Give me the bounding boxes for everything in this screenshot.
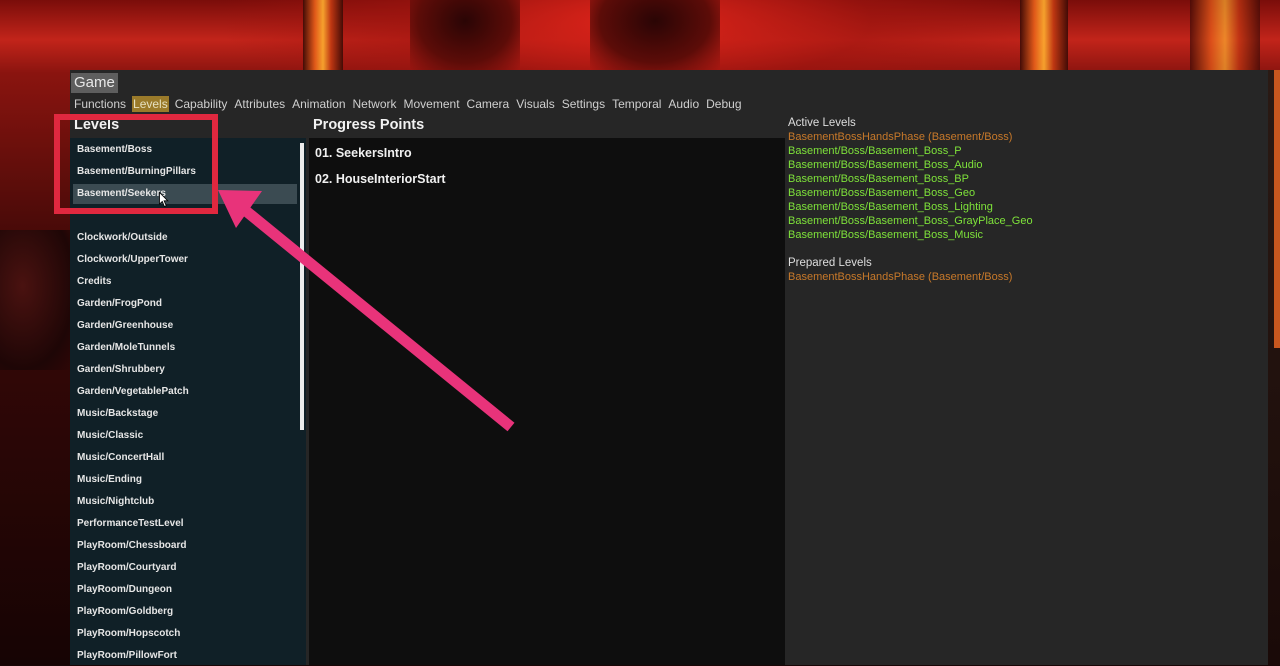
tab-functions[interactable]: Functions — [73, 96, 127, 112]
level-item[interactable]: PlayRoom/Chessboard — [73, 536, 297, 556]
lava-pillar — [1190, 0, 1260, 75]
level-item[interactable]: PlayRoom/Goldberg — [73, 602, 297, 622]
tab-debug[interactable]: Debug — [705, 96, 742, 112]
progress-points-panel — [309, 138, 785, 665]
lava-pillar — [1020, 0, 1068, 75]
level-item[interactable]: Music/Ending — [73, 470, 297, 490]
level-item[interactable]: Garden/Shrubbery — [73, 360, 297, 380]
level-item[interactable]: Clockwork/UpperTower — [73, 250, 297, 270]
progress-point-item[interactable]: 02. HouseInteriorStart — [315, 171, 446, 187]
level-item[interactable]: Garden/Greenhouse — [73, 316, 297, 336]
prepared-level-item: BasementBossHandsPhase (Basement/Boss) — [788, 271, 1013, 283]
level-item[interactable]: Credits — [73, 272, 297, 292]
active-levels-phase: BasementBossHandsPhase (Basement/Boss) — [788, 131, 1013, 143]
level-item[interactable]: Music/ConcertHall — [73, 448, 297, 468]
active-level-item: Basement/Boss/Basement_Boss_Audio — [788, 159, 983, 171]
active-level-item: Basement/Boss/Basement_Boss_Music — [788, 229, 984, 241]
active-level-item: Basement/Boss/Basement_Boss_P — [788, 145, 962, 157]
active-level-item: Basement/Boss/Basement_Boss_BP — [788, 173, 969, 185]
tab-camera[interactable]: Camera — [466, 96, 511, 112]
active-levels-label: Active Levels — [788, 117, 856, 129]
tab-settings[interactable]: Settings — [561, 96, 606, 112]
level-item[interactable]: Basement/Boss — [73, 140, 297, 160]
level-item[interactable]: Basement/BurningPillars — [73, 162, 297, 182]
level-item[interactable]: Garden/VegetablePatch — [73, 382, 297, 402]
levels-header: Levels — [74, 117, 120, 133]
mouse-cursor-icon — [159, 192, 169, 208]
progress-points-header: Progress Points — [313, 117, 425, 133]
levels-list: Basement/Boss Basement/BurningPillars Base… — [70, 138, 306, 665]
boss-hand — [410, 0, 520, 70]
right-scrollbar-thumb[interactable] — [1274, 70, 1280, 348]
active-level-item: Basement/Boss/Basement_Boss_Lighting — [788, 201, 993, 213]
level-item[interactable]: PlayRoom/Dungeon — [73, 580, 297, 600]
progress-point-item[interactable]: 01. SeekersIntro — [315, 145, 412, 161]
level-item[interactable]: Music/Classic — [73, 426, 297, 446]
tab-capability[interactable]: Capability — [174, 96, 229, 112]
active-level-item: Basement/Boss/Basement_Boss_Geo — [788, 187, 976, 199]
tab-visuals[interactable]: Visuals — [515, 96, 555, 112]
level-item[interactable]: PlayRoom/Hopscotch — [73, 624, 297, 644]
level-item[interactable]: Clockwork/Outside — [73, 228, 297, 248]
active-level-item: Basement/Boss/Basement_Boss_GrayPlace_Ge… — [788, 215, 1033, 227]
level-item[interactable]: PlayRoom/Courtyard — [73, 558, 297, 578]
lava-pillar — [303, 0, 343, 75]
level-item[interactable]: Basement/Seekers — [73, 184, 297, 204]
level-item[interactable]: PlayRoom/PillowFort — [73, 646, 297, 666]
window-title: Game — [71, 73, 118, 93]
tab-bar: Functions Levels Capability Attributes Anima… — [73, 96, 743, 112]
tab-audio[interactable]: Audio — [667, 96, 700, 112]
tab-temporal[interactable]: Temporal — [611, 96, 662, 112]
level-item[interactable]: Music/Nightclub — [73, 492, 297, 512]
level-item[interactable]: PerformanceTestLevel — [73, 514, 297, 534]
tab-animation[interactable]: Animation — [291, 96, 346, 112]
tab-network[interactable]: Network — [352, 96, 398, 112]
prepared-levels-label: Prepared Levels — [788, 257, 872, 269]
tab-movement[interactable]: Movement — [403, 96, 461, 112]
level-item[interactable]: Music/Backstage — [73, 404, 297, 424]
tab-attributes[interactable]: Attributes — [233, 96, 286, 112]
rock-formation — [0, 230, 75, 370]
boss-hand — [590, 0, 720, 70]
right-scrollbar-track[interactable] — [1268, 70, 1280, 665]
level-item[interactable]: Garden/MoleTunnels — [73, 338, 297, 358]
level-item[interactable]: Garden/FrogPond — [73, 294, 297, 314]
levels-scrollbar[interactable] — [300, 143, 304, 430]
tab-levels[interactable]: Levels — [132, 96, 169, 112]
